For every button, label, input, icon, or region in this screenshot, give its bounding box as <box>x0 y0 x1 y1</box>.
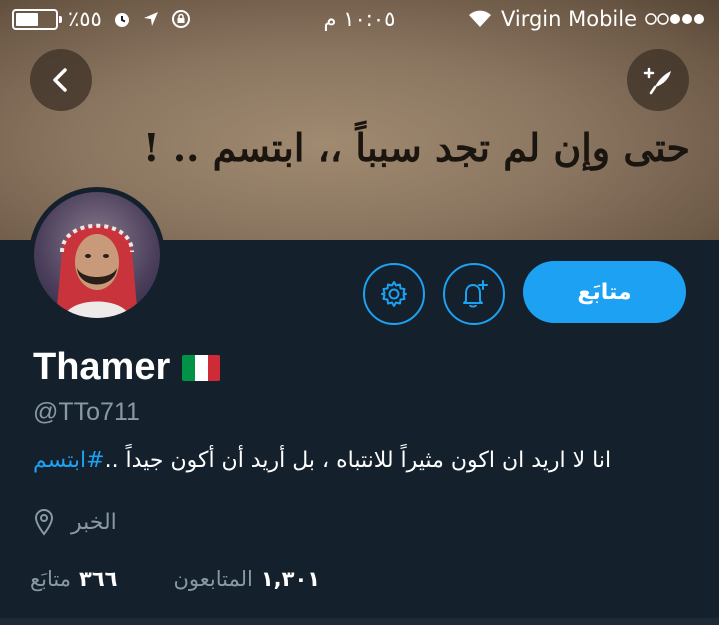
gear-icon <box>381 281 407 307</box>
followers-count: ١,٣٠١ <box>260 567 321 591</box>
divider <box>0 618 719 625</box>
bell-plus-icon <box>463 280 488 308</box>
location-pin-icon <box>34 509 54 536</box>
profile-location: الخبر <box>33 508 117 536</box>
location-text: الخبر <box>71 509 117 535</box>
following-label: متابَع <box>30 567 72 591</box>
following-button[interactable]: متابَع <box>523 261 686 323</box>
status-bar: ٪٥٥ ١٠:٠٥ م Virgin Mobile <box>0 0 719 40</box>
profile-stats: ٣٦٦ متابَع ١,٣٠١ المتابعون <box>30 567 320 591</box>
compose-tweet-button[interactable] <box>627 49 689 111</box>
banner-text: حتى وإن لم تجد سبباً ،، ابتسم .. ! <box>142 125 690 170</box>
bio-hashtag-link[interactable]: #ابتسم <box>33 448 105 473</box>
back-button[interactable] <box>30 49 92 111</box>
profile-settings-button[interactable] <box>363 263 425 325</box>
profile-handle: @TTo711 <box>33 398 140 426</box>
followers-label: المتابعون <box>173 567 253 591</box>
followers-stat[interactable]: ١,٣٠١ المتابعون <box>173 567 320 591</box>
following-stat[interactable]: ٣٦٦ متابَع <box>30 567 117 591</box>
avatar[interactable] <box>29 187 165 323</box>
bio-text: انا لا اريد ان اكون مثيراً للانتباه ، بل… <box>104 448 612 473</box>
italy-flag-icon <box>182 354 221 381</box>
profile-bio: انا لا اريد ان اكون مثيراً للانتباه ، بل… <box>33 448 683 473</box>
signal-strength-icon <box>645 13 704 25</box>
wifi-icon <box>468 10 491 27</box>
notifications-button[interactable] <box>443 263 505 325</box>
following-count: ٣٦٦ <box>79 567 118 591</box>
avatar-photo <box>34 192 160 318</box>
carrier-name: Virgin Mobile <box>500 7 637 31</box>
profile-name: Thamer <box>33 346 171 388</box>
compose-tweet-icon <box>643 67 671 95</box>
chevron-left-icon <box>53 68 67 92</box>
